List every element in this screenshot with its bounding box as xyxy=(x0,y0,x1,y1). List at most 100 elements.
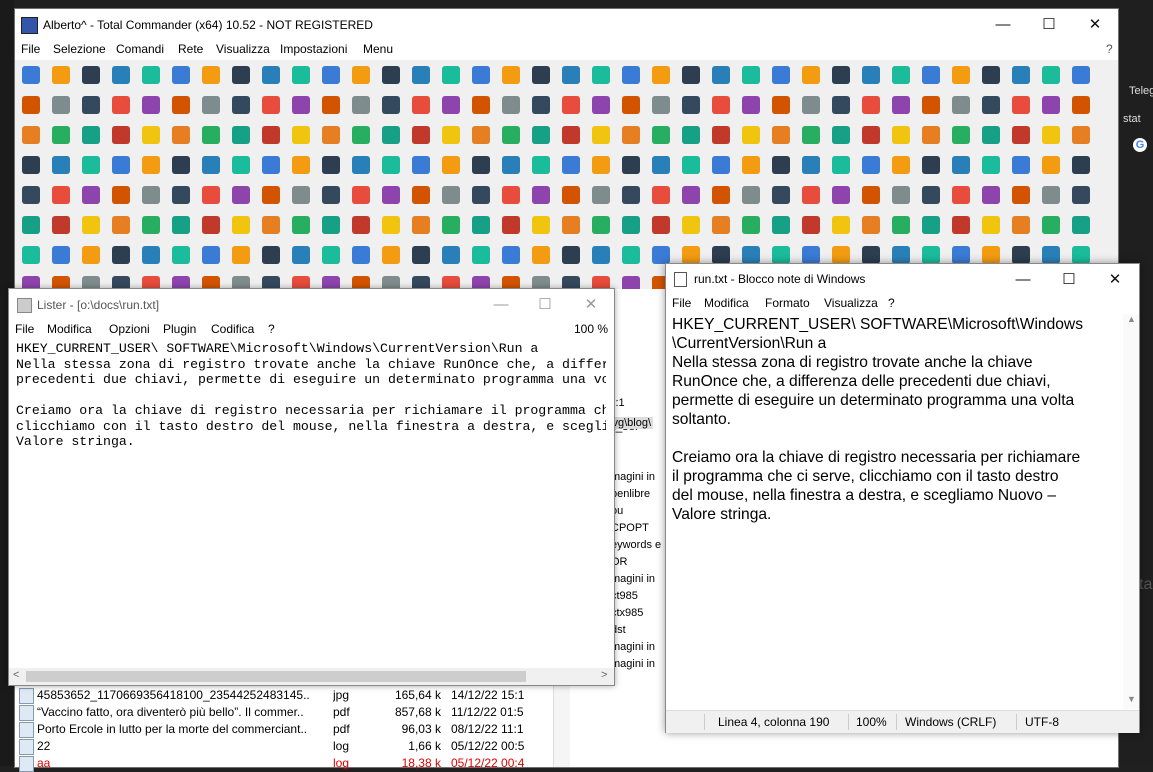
toolbar-button-icon[interactable] xyxy=(922,216,940,234)
toolbar-button-icon[interactable] xyxy=(1072,186,1090,204)
toolbar-button-icon[interactable] xyxy=(202,216,220,234)
toolbar-button-icon[interactable] xyxy=(772,96,790,114)
toolbar-button-icon[interactable] xyxy=(142,186,160,204)
notepad-minimize-button[interactable]: — xyxy=(1000,264,1046,294)
toolbar-button-icon[interactable] xyxy=(712,216,730,234)
toolbar-button-icon[interactable] xyxy=(1012,156,1030,174)
toolbar-button-icon[interactable] xyxy=(502,66,520,84)
toolbar-button-icon[interactable] xyxy=(202,186,220,204)
toolbar-button-icon[interactable] xyxy=(322,216,340,234)
toolbar-button-icon[interactable] xyxy=(142,216,160,234)
toolbar-button-icon[interactable] xyxy=(682,156,700,174)
scrollbar-thumb[interactable] xyxy=(26,671,526,682)
toolbar-button-icon[interactable] xyxy=(982,156,1000,174)
tc-minimize-button[interactable]: — xyxy=(980,9,1026,39)
toolbar-button-icon[interactable] xyxy=(772,216,790,234)
toolbar-button-icon[interactable] xyxy=(1072,156,1090,174)
toolbar-button-icon[interactable] xyxy=(802,96,820,114)
toolbar-button-icon[interactable] xyxy=(172,126,190,144)
toolbar-button-icon[interactable] xyxy=(382,246,400,264)
toolbar-button-icon[interactable] xyxy=(1012,66,1030,84)
toolbar-button-icon[interactable] xyxy=(142,66,160,84)
toolbar-button-icon[interactable] xyxy=(382,216,400,234)
file-row[interactable]: 22 log 1,66 k 05/12/22 00:5 xyxy=(17,738,557,755)
toolbar-button-icon[interactable] xyxy=(562,246,580,264)
toolbar-button-icon[interactable] xyxy=(382,126,400,144)
toolbar-button-icon[interactable] xyxy=(412,216,430,234)
menu-visualizza[interactable]: Visualizza xyxy=(216,42,270,56)
toolbar-button-icon[interactable] xyxy=(262,66,280,84)
toolbar-button-icon[interactable] xyxy=(922,126,940,144)
toolbar-button-icon[interactable] xyxy=(22,246,40,264)
notepad-menu-modifica[interactable]: Modifica xyxy=(704,296,749,310)
toolbar-button-icon[interactable] xyxy=(1042,246,1060,264)
toolbar-button-icon[interactable] xyxy=(772,186,790,204)
toolbar-button-icon[interactable] xyxy=(172,216,190,234)
toolbar-button-icon[interactable] xyxy=(592,246,610,264)
toolbar-button-icon[interactable] xyxy=(952,66,970,84)
toolbar-button-icon[interactable] xyxy=(592,186,610,204)
toolbar-button-icon[interactable] xyxy=(472,246,490,264)
toolbar-button-icon[interactable] xyxy=(772,246,790,264)
toolbar-button-icon[interactable] xyxy=(232,96,250,114)
toolbar-button-icon[interactable] xyxy=(1012,186,1030,204)
toolbar-button-icon[interactable] xyxy=(352,66,370,84)
toolbar-button-icon[interactable] xyxy=(1012,96,1030,114)
toolbar-button-icon[interactable] xyxy=(712,126,730,144)
toolbar-button-icon[interactable] xyxy=(772,66,790,84)
toolbar-button-icon[interactable] xyxy=(652,186,670,204)
notepad-menu-help[interactable]: ? xyxy=(888,296,895,310)
middle-panel-item[interactable]: ct985 xyxy=(611,590,638,602)
toolbar-button-icon[interactable] xyxy=(502,246,520,264)
toolbar-button-icon[interactable] xyxy=(322,156,340,174)
toolbar-button-icon[interactable] xyxy=(622,96,640,114)
toolbar-button-icon[interactable] xyxy=(952,156,970,174)
toolbar-button-icon[interactable] xyxy=(82,216,100,234)
toolbar-button-icon[interactable] xyxy=(652,156,670,174)
toolbar-button-icon[interactable] xyxy=(742,126,760,144)
toolbar-button-icon[interactable] xyxy=(82,66,100,84)
toolbar-button-icon[interactable] xyxy=(1072,96,1090,114)
toolbar-button-icon[interactable] xyxy=(862,156,880,174)
toolbar-button-icon[interactable] xyxy=(892,96,910,114)
toolbar-button-icon[interactable] xyxy=(112,126,130,144)
toolbar-button-icon[interactable] xyxy=(742,186,760,204)
toolbar-button-icon[interactable] xyxy=(1042,216,1060,234)
toolbar-button-icon[interactable] xyxy=(82,156,100,174)
toolbar-button-icon[interactable] xyxy=(562,156,580,174)
toolbar-button-icon[interactable] xyxy=(802,66,820,84)
toolbar-button-icon[interactable] xyxy=(532,216,550,234)
toolbar-button-icon[interactable] xyxy=(772,126,790,144)
toolbar-button-icon[interactable] xyxy=(202,246,220,264)
toolbar-button-icon[interactable] xyxy=(22,66,40,84)
toolbar-button-icon[interactable] xyxy=(322,96,340,114)
telegram-taskbar-label[interactable]: Teleg xyxy=(1129,85,1153,97)
middle-panel-item[interactable]: magini in xyxy=(611,471,655,483)
toolbar-button-icon[interactable] xyxy=(652,246,670,264)
toolbar-button-icon[interactable] xyxy=(532,186,550,204)
toolbar-button-icon[interactable] xyxy=(1072,216,1090,234)
toolbar-button-icon[interactable] xyxy=(1042,126,1060,144)
toolbar-button-icon[interactable] xyxy=(622,126,640,144)
lister-text-content[interactable]: HKEY_CURRENT_USER\ SOFTWARE\Microsoft\Wi… xyxy=(16,341,606,661)
toolbar-button-icon[interactable] xyxy=(652,96,670,114)
lister-menu-opzioni[interactable]: Opzioni xyxy=(109,322,150,336)
toolbar-button-icon[interactable] xyxy=(442,186,460,204)
toolbar-button-icon[interactable] xyxy=(712,186,730,204)
toolbar-button-icon[interactable] xyxy=(1072,246,1090,264)
lister-menu-codifica[interactable]: Codifica xyxy=(211,322,254,336)
toolbar-button-icon[interactable] xyxy=(112,246,130,264)
toolbar-button-icon[interactable] xyxy=(982,96,1000,114)
toolbar-button-icon[interactable] xyxy=(82,246,100,264)
toolbar-button-icon[interactable] xyxy=(172,186,190,204)
tc-titlebar[interactable]: Alberto^ - Total Commander (x64) 10.52 -… xyxy=(15,9,1118,40)
middle-panel-item[interactable]: penlibre xyxy=(611,488,650,500)
lister-maximize-button[interactable]: ☐ xyxy=(522,289,568,319)
toolbar-button-icon[interactable] xyxy=(502,186,520,204)
toolbar-button-icon[interactable] xyxy=(892,126,910,144)
toolbar-button-icon[interactable] xyxy=(862,216,880,234)
toolbar-button-icon[interactable] xyxy=(262,96,280,114)
toolbar-button-icon[interactable] xyxy=(382,96,400,114)
toolbar-button-icon[interactable] xyxy=(262,186,280,204)
toolbar-button-icon[interactable] xyxy=(1072,66,1090,84)
